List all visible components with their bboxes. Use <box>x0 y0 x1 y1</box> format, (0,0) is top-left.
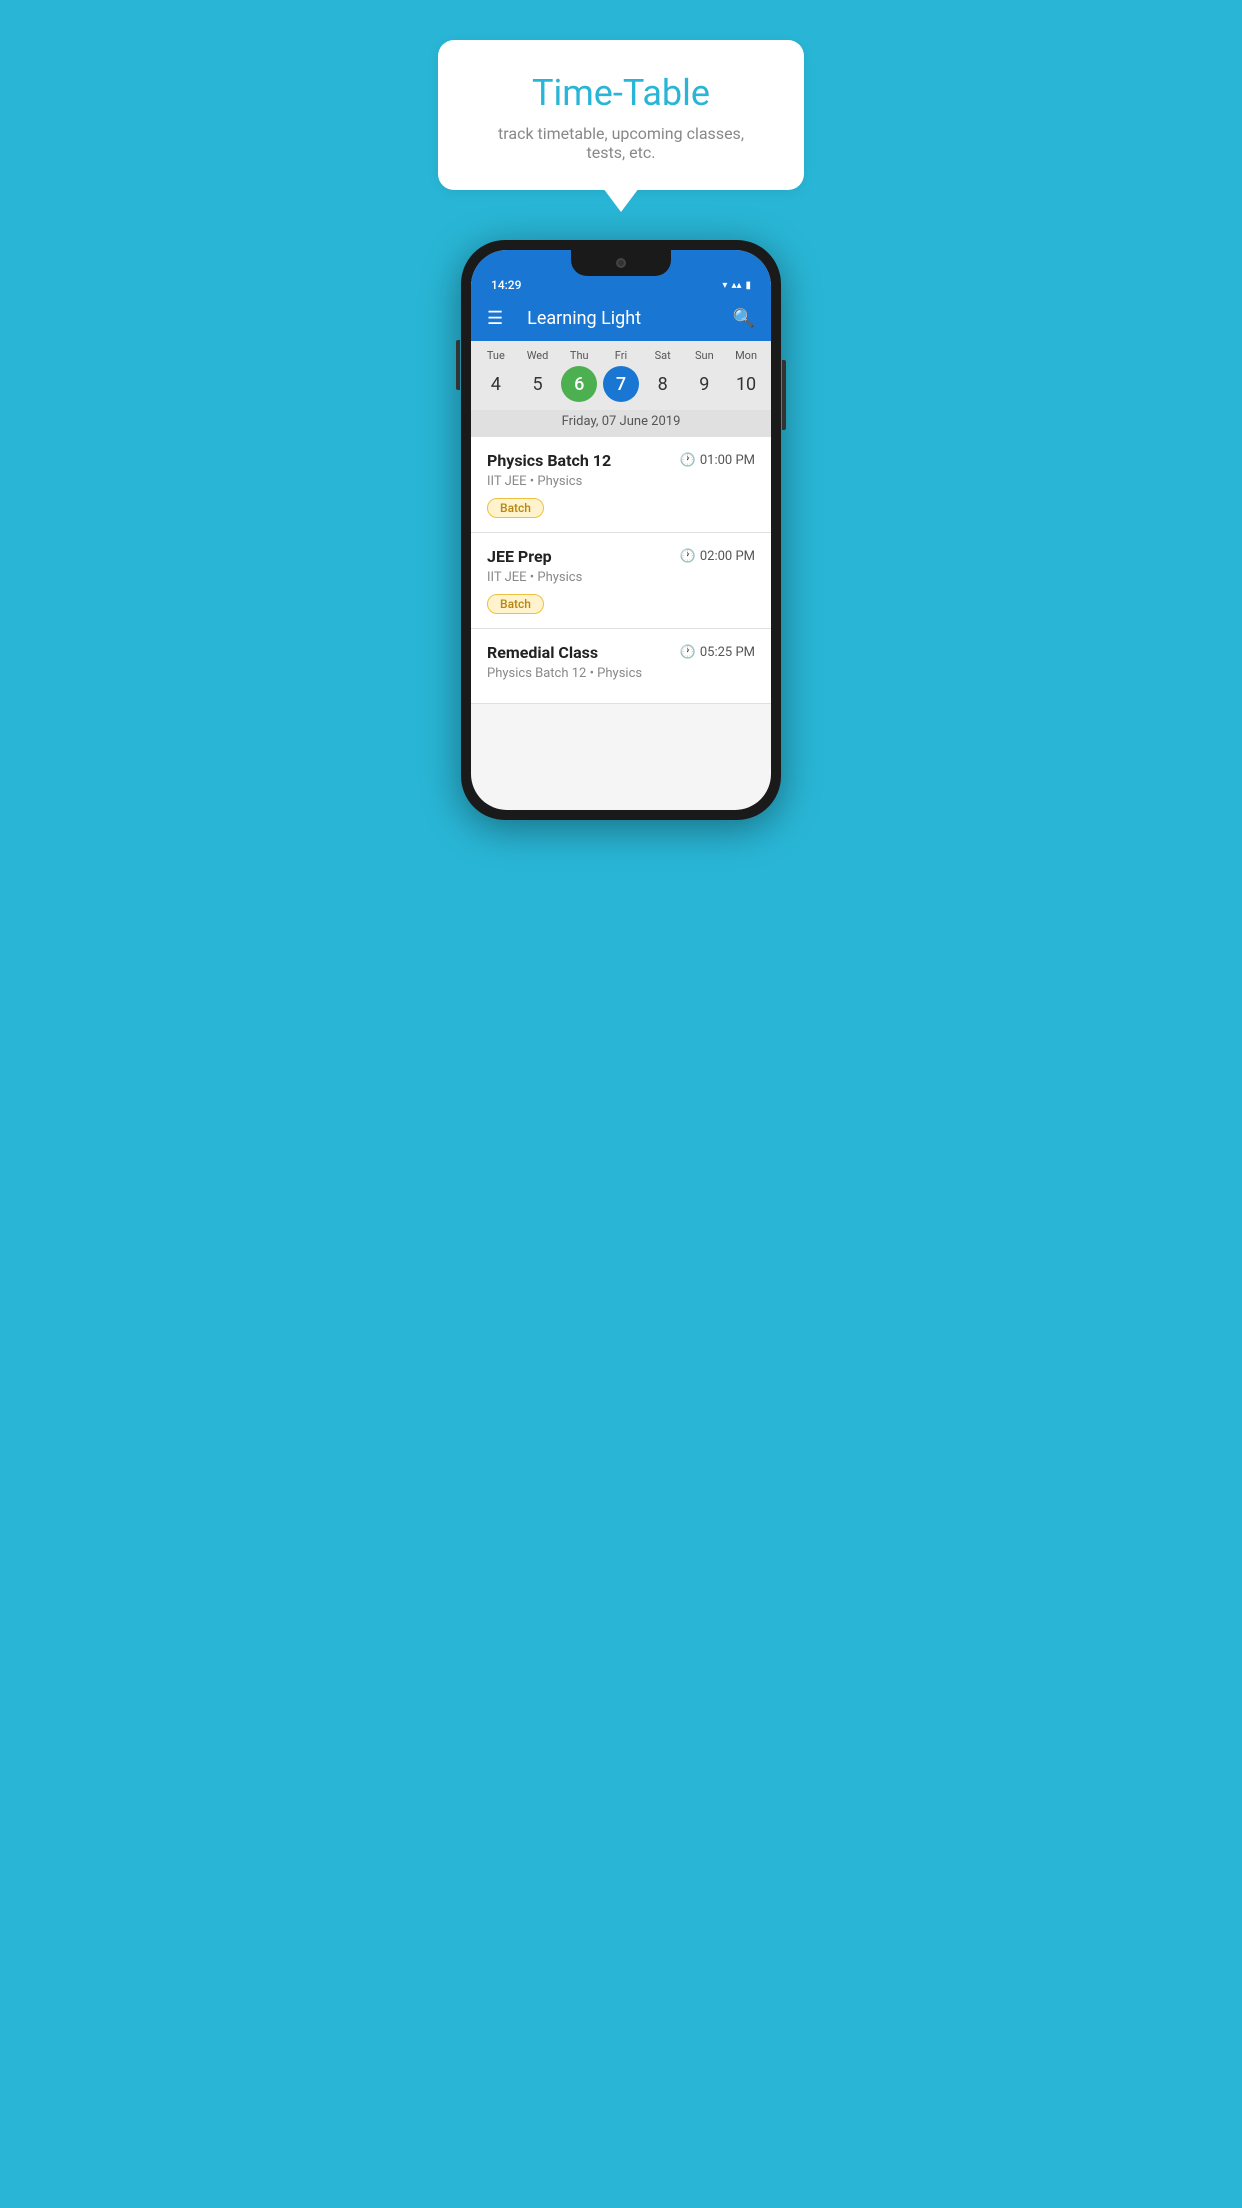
day-4[interactable]: 4 <box>478 366 514 402</box>
status-time: 14:29 <box>491 278 521 292</box>
item-3-top: Remedial Class 🕐 05:25 PM <box>487 643 755 662</box>
phone-notch <box>571 250 671 276</box>
day-label-sun: Sun <box>684 349 724 362</box>
clock-icon-1: 🕐 <box>680 453 696 468</box>
speech-bubble: Time-Table track timetable, upcoming cla… <box>438 40 804 190</box>
day-label-tue: Tue <box>476 349 516 362</box>
day-numbers: 4 5 6 7 8 9 10 <box>471 362 771 410</box>
calendar-strip: Tue Wed Thu Fri Sat Sun Mon 4 5 6 7 8 <box>471 341 771 437</box>
item-1-batch-tag: Batch <box>487 498 544 518</box>
day-label-sat: Sat <box>643 349 683 362</box>
selected-date-label: Friday, 07 June 2019 <box>471 410 771 437</box>
schedule-list: Physics Batch 12 🕐 01:00 PM IIT JEE • Ph… <box>471 437 771 704</box>
phone-camera <box>616 258 626 268</box>
item-2-subtitle: IIT JEE • Physics <box>487 570 755 585</box>
clock-icon-2: 🕐 <box>680 549 696 564</box>
day-10[interactable]: 10 <box>728 366 764 402</box>
day-label-fri: Fri <box>601 349 641 362</box>
schedule-item-3[interactable]: Remedial Class 🕐 05:25 PM Physics Batch … <box>471 629 771 704</box>
item-2-title: JEE Prep <box>487 547 552 566</box>
schedule-item-1[interactable]: Physics Batch 12 🕐 01:00 PM IIT JEE • Ph… <box>471 437 771 533</box>
item-2-top: JEE Prep 🕐 02:00 PM <box>487 547 755 566</box>
day-label-wed: Wed <box>518 349 558 362</box>
item-3-time: 🕐 05:25 PM <box>680 645 755 660</box>
day-8[interactable]: 8 <box>645 366 681 402</box>
day-5[interactable]: 5 <box>520 366 556 402</box>
hamburger-icon[interactable]: ☰ <box>487 310 503 328</box>
bubble-subtitle: track timetable, upcoming classes, tests… <box>478 124 764 162</box>
power-button <box>782 360 786 430</box>
clock-icon-3: 🕐 <box>680 645 696 660</box>
page-wrapper: Time-Table track timetable, upcoming cla… <box>414 0 828 820</box>
item-1-title: Physics Batch 12 <box>487 451 611 470</box>
schedule-item-2[interactable]: JEE Prep 🕐 02:00 PM IIT JEE • Physics Ba… <box>471 533 771 629</box>
day-9[interactable]: 9 <box>686 366 722 402</box>
signal-icon: ▴▴ <box>731 280 741 291</box>
day-label-thu: Thu <box>559 349 599 362</box>
volume-button <box>456 340 460 390</box>
day-7-selected[interactable]: 7 <box>603 366 639 402</box>
app-bar-title: Learning Light <box>527 308 732 329</box>
item-1-top: Physics Batch 12 🕐 01:00 PM <box>487 451 755 470</box>
item-2-batch-tag: Batch <box>487 594 544 614</box>
wifi-icon: ▾ <box>722 280 727 291</box>
day-headers: Tue Wed Thu Fri Sat Sun Mon <box>471 349 771 362</box>
item-3-title: Remedial Class <box>487 643 598 662</box>
day-6-today[interactable]: 6 <box>561 366 597 402</box>
item-2-time: 🕐 02:00 PM <box>680 549 755 564</box>
item-3-subtitle: Physics Batch 12 • Physics <box>487 666 755 681</box>
day-label-mon: Mon <box>726 349 766 362</box>
search-icon[interactable]: 🔍 <box>733 308 755 329</box>
phone-screen: 14:29 ▾ ▴▴ ▮ ☰ Learning Light 🔍 <box>471 250 771 810</box>
item-1-time: 🕐 01:00 PM <box>680 453 755 468</box>
phone-shell: 14:29 ▾ ▴▴ ▮ ☰ Learning Light 🔍 <box>461 240 781 820</box>
battery-icon: ▮ <box>745 280 751 291</box>
bubble-title: Time-Table <box>478 72 764 114</box>
phone-mockup: 14:29 ▾ ▴▴ ▮ ☰ Learning Light 🔍 <box>461 240 781 820</box>
status-icons: ▾ ▴▴ ▮ <box>722 280 751 291</box>
app-bar: ☰ Learning Light 🔍 <box>471 296 771 341</box>
item-1-subtitle: IIT JEE • Physics <box>487 474 755 489</box>
